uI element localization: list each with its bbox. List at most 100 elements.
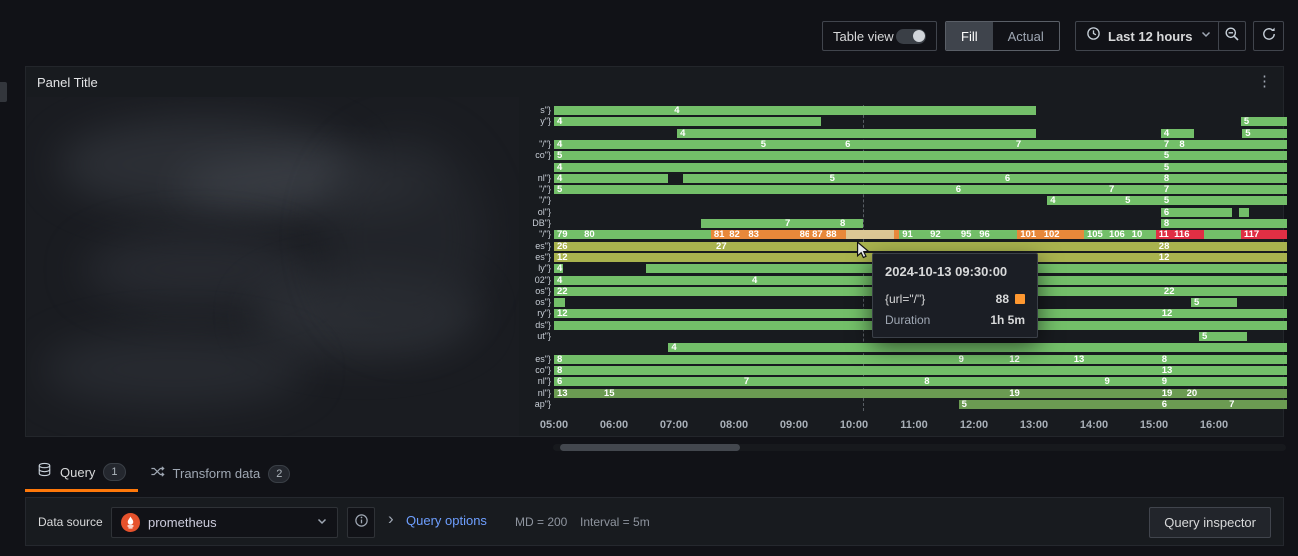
timeline-segment[interactable]: 4 [1047, 196, 1122, 205]
timeline-segment[interactable]: 5 [554, 151, 1161, 160]
timeline-segment[interactable]: 19 [1159, 389, 1184, 398]
timeline-segment[interactable]: 5 [1122, 196, 1161, 205]
expand-chevron-icon[interactable]: › [388, 509, 394, 529]
tab-query[interactable]: Query 1 [25, 455, 138, 492]
timeline-segment[interactable]: 13 [1071, 355, 1159, 364]
timeline-segment[interactable]: 4 [554, 276, 749, 285]
timeline-segment[interactable]: 6 [1002, 174, 1161, 183]
timeline-segment[interactable]: 8 [1161, 219, 1287, 228]
timeline-segment[interactable]: 8 [1161, 174, 1287, 183]
timeline-segment[interactable]: 83 [745, 230, 796, 239]
timeline-segment[interactable]: 88 [823, 230, 846, 239]
timeline-segment[interactable]: 9 [1159, 377, 1287, 386]
timeline-segment[interactable]: 4 [671, 106, 1036, 115]
timeline-segment[interactable]: 19 [1006, 389, 1158, 398]
timeline-segment[interactable]: 7 [1013, 140, 1161, 149]
timeline-segment[interactable]: 22 [554, 287, 1161, 296]
timeline-segment[interactable] [1239, 208, 1249, 217]
datasource-select[interactable]: prometheus [111, 507, 338, 538]
timeline-segment[interactable] [846, 230, 894, 239]
timeline-segment[interactable]: 5 [1191, 298, 1237, 307]
timeline-segment[interactable]: 79 [554, 230, 581, 239]
panel-header[interactable]: Panel Title [26, 67, 1283, 97]
timeline-segment[interactable]: 7 [1161, 185, 1287, 194]
timeline-segment[interactable]: 5 [1161, 163, 1287, 172]
timeline-segment[interactable]: 8 [837, 219, 863, 228]
sidebar-collapsed-notch[interactable] [0, 82, 7, 102]
timeline-segment[interactable]: 10 [1129, 230, 1156, 239]
timeline-segment[interactable]: 12 [1006, 355, 1071, 364]
timeline-segment[interactable]: 91 [899, 230, 927, 239]
query-inspector-button[interactable]: Query inspector [1149, 507, 1271, 538]
panel-menu-kebab-icon[interactable]: ⋮ [1252, 72, 1277, 91]
timeline-segment[interactable]: 12 [1159, 309, 1287, 318]
timeline-segment[interactable]: 7 [1226, 400, 1287, 409]
timeline-segment[interactable]: 22 [1161, 287, 1287, 296]
timeline-segment[interactable]: 5 [827, 174, 1002, 183]
timeline-segment[interactable]: 5 [1241, 117, 1287, 126]
timeline-segment[interactable]: 4 [554, 264, 563, 273]
table-view-switch[interactable] [896, 29, 926, 44]
actual-button[interactable]: Actual [993, 22, 1059, 50]
timeline-segment[interactable]: 20 [1184, 389, 1287, 398]
timeline-segment[interactable]: 8 [1176, 140, 1287, 149]
timeline-segment[interactable]: 4 [554, 117, 821, 126]
timeline-segment[interactable]: 4 [668, 343, 1287, 352]
timeline-segment[interactable] [554, 298, 565, 307]
timeline-segment[interactable]: 7 [782, 219, 837, 228]
timeline-segment[interactable]: 7 [1161, 140, 1176, 149]
query-options-link[interactable]: Query options [406, 513, 487, 528]
timeline-segment[interactable]: 27 [713, 242, 1156, 251]
timeline-segment[interactable]: 5 [959, 400, 1159, 409]
timeline-segment[interactable]: 116 [1171, 230, 1204, 239]
timeline-segment[interactable]: 6 [953, 185, 1106, 194]
timeline-segment[interactable]: 28 [1156, 242, 1287, 251]
timeline-segment[interactable]: 11 [1156, 230, 1171, 239]
timeline-segment[interactable]: 5 [1199, 332, 1247, 341]
timeline-segment[interactable]: 12 [1156, 253, 1287, 262]
timeline-segment[interactable]: 12 [554, 253, 1156, 262]
timeline-segment[interactable]: 4 [1161, 129, 1194, 138]
timeline-segment[interactable]: 7 [1106, 185, 1161, 194]
timeline-segment[interactable]: 5 [758, 140, 842, 149]
timeline-segment[interactable] [554, 106, 671, 115]
datasource-help-button[interactable] [347, 507, 375, 538]
timeline-segment[interactable]: 8 [554, 355, 956, 364]
timeline-segment[interactable]: 7 [741, 377, 921, 386]
timeline-segment[interactable]: 81 [711, 230, 726, 239]
timeline-segment[interactable]: 4 [677, 129, 1036, 138]
timeline-segment[interactable]: 5 [554, 185, 953, 194]
timeline-segment[interactable]: 5 [1161, 151, 1287, 160]
timeline-segment[interactable]: 96 [976, 230, 1017, 239]
timeline-segment[interactable] [701, 219, 782, 228]
timeline-segment[interactable]: 95 [958, 230, 976, 239]
timeline-segment[interactable]: 4 [554, 140, 758, 149]
timeline-segment[interactable]: 8 [554, 366, 1159, 375]
timeline-segment[interactable]: 15 [601, 389, 1006, 398]
timeline-segment[interactable]: 12 [554, 309, 1159, 318]
timeline-segment[interactable]: 4 [554, 174, 668, 183]
timeline-segment[interactable]: 6 [1159, 400, 1226, 409]
refresh-button[interactable] [1253, 21, 1284, 51]
timeline-segment[interactable]: 106 [1106, 230, 1129, 239]
fill-button[interactable]: Fill [946, 22, 993, 50]
timeline-segment[interactable]: 8 [921, 377, 1101, 386]
horizontal-scrollbar-thumb[interactable] [560, 444, 740, 451]
timeline-segment[interactable]: 102 [1041, 230, 1084, 239]
zoom-out-button[interactable] [1218, 21, 1246, 51]
timeline-segment[interactable]: 105 [1084, 230, 1106, 239]
timeline-segment[interactable] [683, 174, 827, 183]
tab-transform-data[interactable]: Transform data 2 [138, 455, 303, 492]
timeline-segment[interactable]: 5 [1242, 129, 1287, 138]
timeline-segment[interactable]: 87 [809, 230, 823, 239]
timeline-segment[interactable]: 6 [554, 377, 741, 386]
timeline-segment[interactable]: 8 [1159, 355, 1287, 364]
timeline-segment[interactable]: 101 [1017, 230, 1040, 239]
timeline-segment[interactable]: 117 [1241, 230, 1287, 239]
timeline-segment[interactable]: 86 [797, 230, 809, 239]
timeline-segment[interactable]: 13 [1159, 366, 1287, 375]
timeline-segment[interactable]: 13 [554, 389, 601, 398]
timeline-segment[interactable]: 6 [842, 140, 1013, 149]
table-view-toggle-group[interactable]: Table view [822, 21, 937, 51]
timeline-segment[interactable]: 80 [581, 230, 711, 239]
